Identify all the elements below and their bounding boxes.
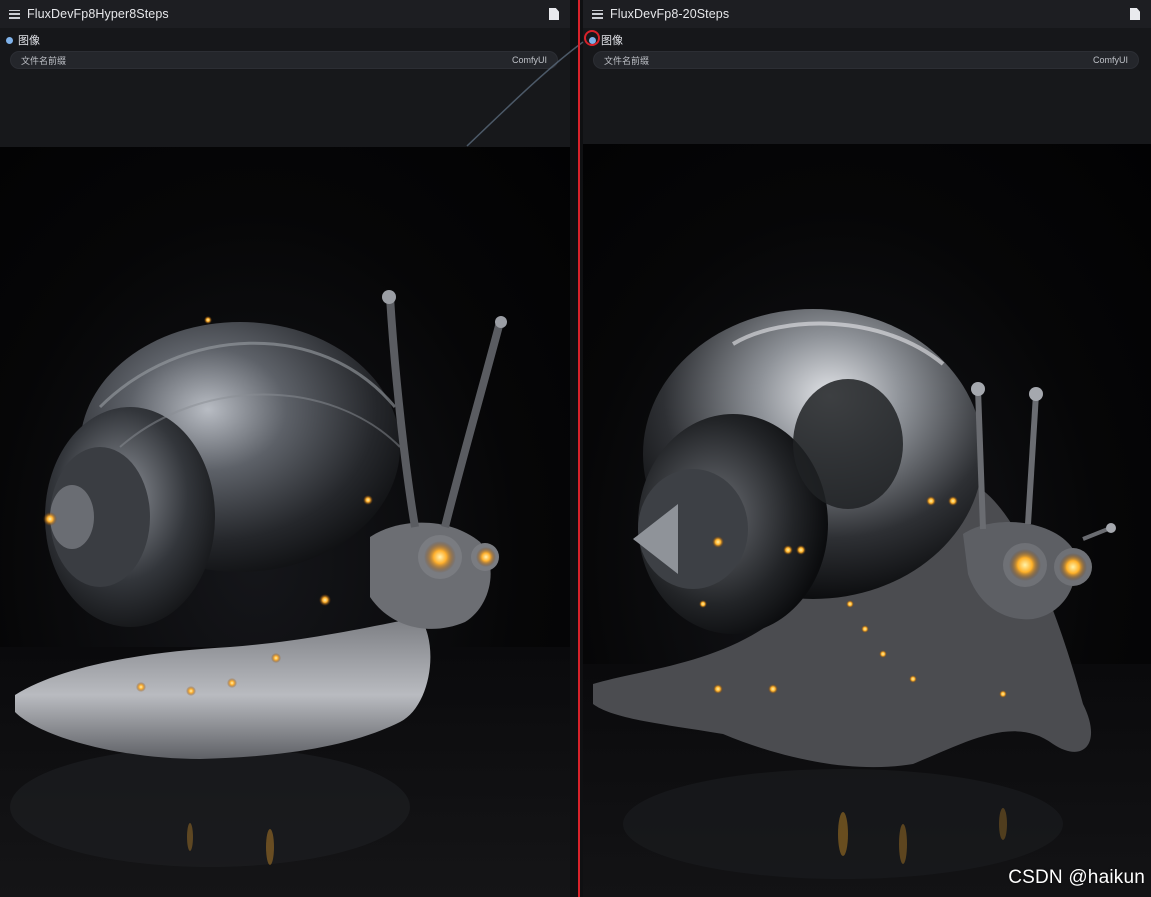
highlight-red-circle (584, 30, 600, 46)
highlight-red-line (578, 0, 580, 897)
output-label: 图像 (18, 35, 40, 47)
image-preview-right (583, 144, 1151, 897)
document-icon[interactable] (1130, 8, 1140, 20)
node-header[interactable]: FluxDevFp8Hyper8Steps (0, 0, 570, 28)
filename-prefix-widget[interactable]: 文件名前缀 ComfyUI (593, 51, 1139, 69)
comfyui-canvas: FluxDevFp8Hyper8Steps 图像 文件名前缀 ComfyUI F… (0, 0, 1151, 897)
node-title: FluxDevFp8Hyper8Steps (27, 7, 169, 21)
snail-image-left (0, 290, 570, 897)
output-slot[interactable]: 图像 (0, 32, 40, 48)
widget-label: 文件名前缀 (21, 55, 67, 66)
hamburger-menu-icon[interactable] (9, 9, 20, 19)
widget-value: ComfyUI (1092, 55, 1128, 65)
node-header[interactable]: FluxDevFp8-20Steps (583, 0, 1151, 28)
watermark: CSDN @haikun (1008, 867, 1145, 888)
node-body (583, 70, 1151, 147)
hamburger-menu-icon[interactable] (592, 9, 603, 19)
output-label: 图像 (601, 35, 623, 47)
snail-image-right (583, 309, 1151, 897)
output-dot-icon[interactable] (6, 36, 13, 44)
node-link-line (466, 41, 584, 147)
save-image-node-right[interactable]: FluxDevFp8-20Steps 图像 文件名前缀 ComfyUI (583, 0, 1151, 897)
image-preview-left (0, 147, 570, 897)
document-icon[interactable] (549, 8, 559, 20)
widget-label: 文件名前缀 (604, 55, 650, 66)
node-title: FluxDevFp8-20Steps (610, 7, 730, 21)
